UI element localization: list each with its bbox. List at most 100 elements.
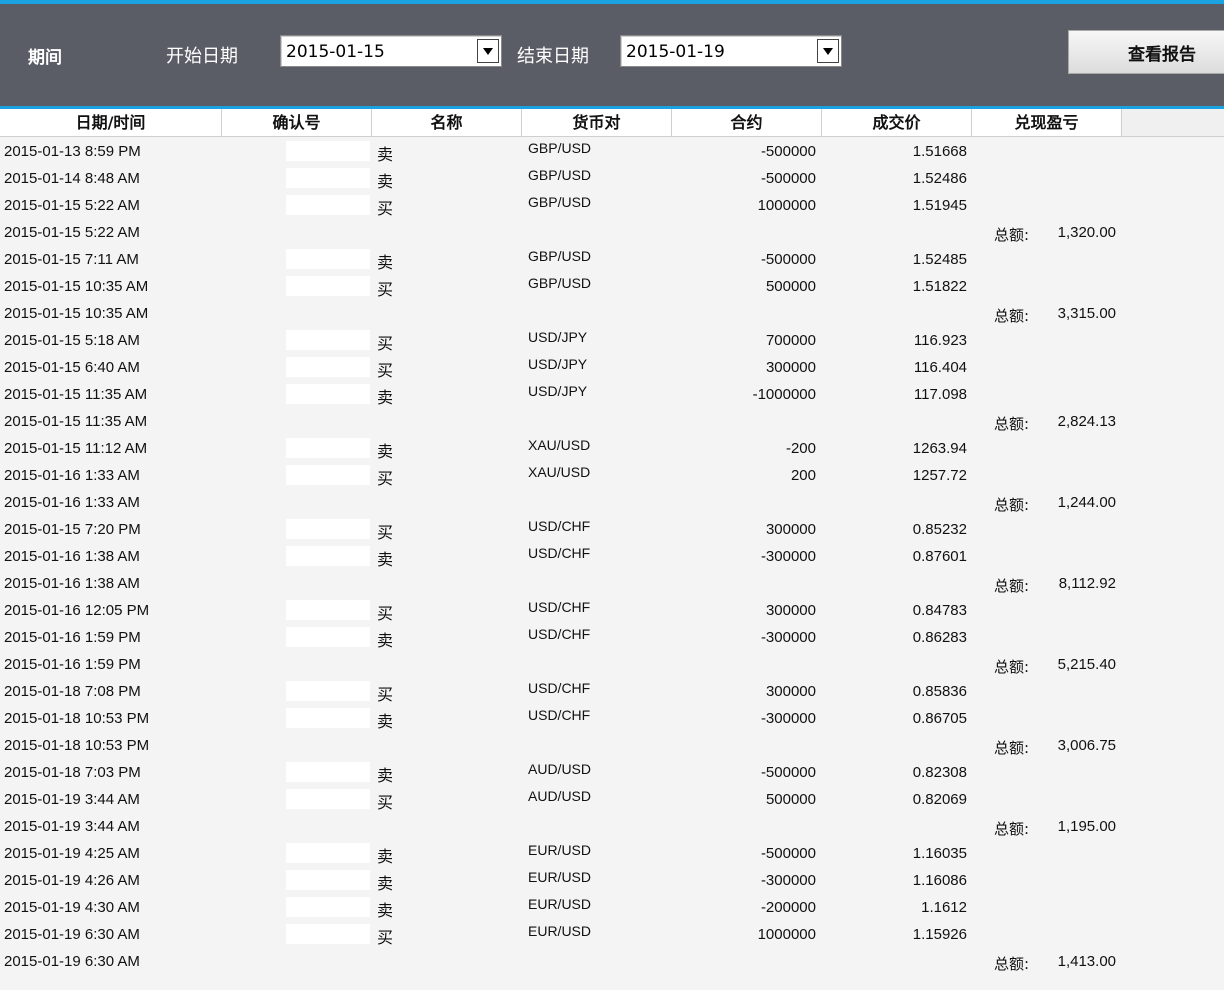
cell-contract: -300000	[760, 629, 816, 646]
cell-price: 1.16086	[912, 872, 967, 889]
table-row[interactable]: 2015-01-18 7:03 PM 卖 AUD/USD -500000 0.82308	[0, 760, 1224, 787]
table-row[interactable]: 2015-01-13 8:59 PM 卖 GBP/USD -500000 1.51668	[0, 139, 1224, 166]
cell-datetime: 2015-01-16 1:38 AM	[4, 548, 140, 565]
cell-currency-pair: EUR/USD	[528, 923, 592, 939]
table-row[interactable]: 2015-01-18 7:08 PM 买 USD/CHF 300000 0.85836	[0, 679, 1224, 706]
cell-contract: -300000	[760, 872, 816, 889]
table-row[interactable]: 2015-01-19 3:44 AM 买 AUD/USD 500000 0.82069	[0, 787, 1224, 814]
cell-currency-pair: USD/CHF	[528, 545, 591, 561]
table-row[interactable]: 2015-01-19 4:26 AM 卖 EUR/USD -300000 1.16086	[0, 868, 1224, 895]
cell-price: 0.82308	[912, 764, 967, 781]
cell-currency-pair: GBP/USD	[528, 248, 592, 264]
cell-side: 卖	[377, 442, 394, 461]
cell-confirmation-redacted	[286, 870, 370, 890]
total-label: 总额:	[994, 955, 1030, 973]
column-header-price[interactable]: 成交价	[822, 109, 972, 137]
total-row[interactable]: 2015-01-16 1:59 PM 总额: 5,215.40	[0, 652, 1224, 679]
cell-currency-pair: GBP/USD	[528, 194, 592, 210]
cell-datetime: 2015-01-14 8:48 AM	[4, 170, 140, 187]
table-row[interactable]: 2015-01-15 5:22 AM 买 GBP/USD 1000000 1.51945	[0, 193, 1224, 220]
cell-realized-pnl: 2,824.13	[1057, 413, 1116, 430]
column-header-contract[interactable]: 合约	[672, 109, 822, 137]
total-label: 总额:	[994, 307, 1030, 325]
end-date-label: 结束日期	[517, 46, 589, 67]
cell-datetime: 2015-01-15 10:35 AM	[4, 278, 149, 295]
cell-currency-pair: EUR/USD	[528, 896, 592, 912]
cell-contract: 500000	[765, 791, 816, 808]
column-header-pnl[interactable]: 兑现盈亏	[972, 109, 1122, 137]
total-row[interactable]: 2015-01-16 1:38 AM 总额: 8,112.92	[0, 571, 1224, 598]
cell-realized-pnl: 5,215.40	[1057, 656, 1116, 673]
total-row[interactable]: 2015-01-16 1:33 AM 总额: 1,244.00	[0, 490, 1224, 517]
cell-datetime: 2015-01-19 6:30 AM	[4, 926, 140, 943]
total-row[interactable]: 2015-01-15 10:35 AM 总额: 3,315.00	[0, 301, 1224, 328]
cell-price: 1.51945	[912, 197, 967, 214]
table-row[interactable]: 2015-01-15 11:35 AM 卖 USD/JPY -1000000 117.0…	[0, 382, 1224, 409]
cell-side: 卖	[377, 847, 394, 866]
cell-confirmation-redacted	[286, 141, 370, 161]
end-date-select[interactable]: 2015-01-19	[620, 35, 842, 67]
table-row[interactable]: 2015-01-15 6:40 AM 买 USD/JPY 300000 116.404	[0, 355, 1224, 382]
cell-realized-pnl: 1,244.00	[1057, 494, 1116, 511]
table-row[interactable]: 2015-01-19 4:25 AM 卖 EUR/USD -500000 1.16035	[0, 841, 1224, 868]
cell-confirmation-redacted	[286, 546, 370, 566]
end-date-dropdown-icon[interactable]	[817, 39, 839, 63]
cell-price: 0.85836	[912, 683, 967, 700]
cell-currency-pair: EUR/USD	[528, 869, 592, 885]
start-date-select[interactable]: 2015-01-15	[280, 35, 502, 67]
cell-contract: 300000	[765, 683, 816, 700]
cell-datetime: 2015-01-16 1:33 AM	[4, 467, 140, 484]
cell-contract: 700000	[765, 332, 816, 349]
cell-realized-pnl: 3,006.75	[1057, 737, 1116, 754]
cell-confirmation-redacted	[286, 195, 370, 215]
total-row[interactable]: 2015-01-19 3:44 AM 总额: 1,195.00	[0, 814, 1224, 841]
table-row[interactable]: 2015-01-15 7:11 AM 卖 GBP/USD -500000 1.52485	[0, 247, 1224, 274]
cell-datetime: 2015-01-15 5:22 AM	[4, 224, 140, 241]
table-row[interactable]: 2015-01-15 10:35 AM 买 GBP/USD 500000 1.51822	[0, 274, 1224, 301]
total-label: 总额:	[994, 658, 1030, 676]
cell-currency-pair: GBP/USD	[528, 275, 592, 291]
table-row[interactable]: 2015-01-16 1:33 AM 买 XAU/USD 200 1257.72	[0, 463, 1224, 490]
column-header-pair[interactable]: 货币对	[522, 109, 672, 137]
total-row[interactable]: 2015-01-15 5:22 AM 总额: 1,320.00	[0, 220, 1224, 247]
cell-currency-pair: USD/CHF	[528, 599, 591, 615]
cell-price: 1.16035	[912, 845, 967, 862]
table-row[interactable]: 2015-01-14 8:48 AM 卖 GBP/USD -500000 1.52486	[0, 166, 1224, 193]
cell-price: 1.52485	[912, 251, 967, 268]
column-header-filler	[1122, 109, 1224, 137]
cell-side: 卖	[377, 901, 394, 920]
table-row[interactable]: 2015-01-19 6:30 AM 买 EUR/USD 1000000 1.15926	[0, 922, 1224, 949]
table-row[interactable]: 2015-01-16 1:59 PM 卖 USD/CHF -300000 0.86283	[0, 625, 1224, 652]
total-row[interactable]: 2015-01-19 6:30 AM 总额: 1,413.00	[0, 949, 1224, 976]
total-row[interactable]: 2015-01-15 11:35 AM 总额: 2,824.13	[0, 409, 1224, 436]
table-row[interactable]: 2015-01-15 7:20 PM 买 USD/CHF 300000 0.85232	[0, 517, 1224, 544]
cell-contract: -300000	[760, 548, 816, 565]
table-row[interactable]: 2015-01-16 12:05 PM 买 USD/CHF 300000 0.84783	[0, 598, 1224, 625]
table-row[interactable]: 2015-01-18 10:53 PM 卖 USD/CHF -300000 0.8670…	[0, 706, 1224, 733]
cell-contract: -200	[785, 440, 816, 457]
total-label: 总额:	[994, 820, 1030, 838]
cell-datetime: 2015-01-13 8:59 PM	[4, 143, 141, 160]
cell-confirmation-redacted	[286, 789, 370, 809]
cell-confirmation-redacted	[286, 249, 370, 269]
cell-side: 买	[377, 604, 394, 623]
column-header-datetime[interactable]: 日期/时间	[0, 109, 222, 137]
period-label: 期间	[28, 48, 62, 68]
table-row[interactable]: 2015-01-19 4:30 AM 卖 EUR/USD -200000 1.1612	[0, 895, 1224, 922]
table-row[interactable]: 2015-01-15 11:12 AM 卖 XAU/USD -200 1263.94	[0, 436, 1224, 463]
start-date-dropdown-icon[interactable]	[477, 39, 499, 63]
cell-datetime: 2015-01-19 3:44 AM	[4, 818, 140, 835]
cell-confirmation-redacted	[286, 438, 370, 458]
cell-contract: -200000	[760, 899, 816, 916]
cell-currency-pair: XAU/USD	[528, 464, 591, 480]
view-report-button[interactable]: 查看报告	[1068, 30, 1224, 74]
table-row[interactable]: 2015-01-16 1:38 AM 卖 USD/CHF -300000 0.87601	[0, 544, 1224, 571]
cell-datetime: 2015-01-15 5:18 AM	[4, 332, 140, 349]
table-row[interactable]: 2015-01-15 5:18 AM 买 USD/JPY 700000 116.923	[0, 328, 1224, 355]
column-header-confirmation[interactable]: 确认号	[222, 109, 372, 137]
cell-side: 买	[377, 469, 394, 488]
total-row[interactable]: 2015-01-18 10:53 PM 总额: 3,006.75	[0, 733, 1224, 760]
cell-contract: 200	[790, 467, 816, 484]
cell-price: 116.923	[913, 332, 967, 349]
column-header-name[interactable]: 名称	[372, 109, 522, 137]
